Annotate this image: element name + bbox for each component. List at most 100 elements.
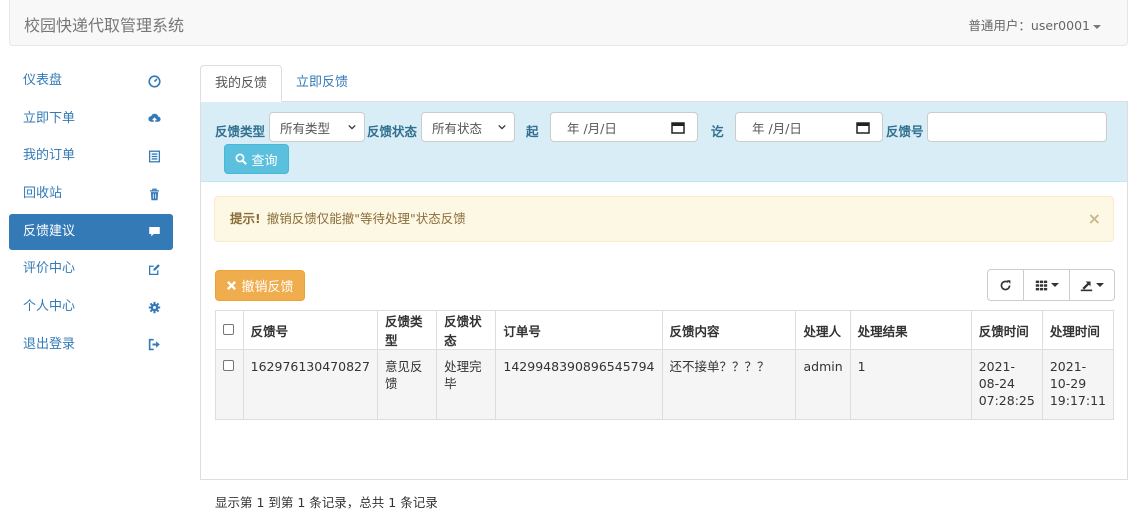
list-alt-icon bbox=[147, 138, 161, 174]
refresh-icon bbox=[1000, 279, 1011, 290]
row-checkbox[interactable] bbox=[223, 360, 234, 371]
table-toolbar bbox=[987, 269, 1115, 301]
user-name: 普通用户：user0001 bbox=[968, 18, 1090, 33]
col-feedback-status[interactable]: 反馈状态 bbox=[436, 310, 497, 350]
feedback-id-label: 反馈号 bbox=[886, 124, 924, 139]
sidebar-item-label: 反馈建议 bbox=[23, 223, 76, 239]
date-to-input[interactable]: 年 /月/日 bbox=[735, 112, 883, 142]
cell-feedback-status: 处理完毕 bbox=[436, 349, 497, 420]
search-icon bbox=[235, 153, 248, 165]
sidebar-item-label: 仪表盘 bbox=[23, 73, 63, 88]
chevron-down-icon bbox=[348, 124, 356, 130]
feedback-status-select[interactable]: 所有状态 bbox=[421, 112, 515, 142]
sidebar-item-place-order[interactable]: 立即下单 bbox=[9, 101, 173, 137]
sidebar: 仪表盘 立即下单 我的订单 回收站 反馈建议 评价中心 个人中心 退出登录 bbox=[9, 63, 173, 365]
sidebar-item-label: 立即下单 bbox=[23, 110, 76, 126]
sidebar-item-logout[interactable]: 退出登录 bbox=[9, 327, 173, 363]
cell-handle-time: 2021- 10-29 19:17:11 bbox=[1041, 349, 1115, 420]
caret-down-icon bbox=[1093, 24, 1101, 29]
tab-bar: 我的反馈 立即反馈 bbox=[200, 60, 1128, 102]
table-row[interactable]: 162976130470827 意见反馈 处理完毕 14299483908965… bbox=[215, 349, 1115, 420]
tab-my-feedback[interactable]: 我的反馈 bbox=[200, 65, 283, 102]
sidebar-item-label: 评价中心 bbox=[23, 261, 76, 277]
sidebar-item-my-orders[interactable]: 我的订单 bbox=[9, 138, 173, 174]
feedback-type-label: 反馈类型 bbox=[215, 124, 266, 139]
refresh-button[interactable] bbox=[987, 269, 1024, 301]
feedback-id-input[interactable] bbox=[927, 112, 1107, 142]
table-header-row: 反馈号 反馈类型 反馈状态 订单号 反馈内容 处理人 处理结果 反馈时间 处理时… bbox=[215, 310, 1115, 350]
caret-down-icon bbox=[1096, 283, 1104, 287]
calendar-icon bbox=[671, 122, 685, 134]
pagination-info: 显示第 1 到第 1 条记录，总共 1 条记录 bbox=[215, 495, 438, 510]
notice-alert: 提示! 撤销反馈仅能撤"等待处理"状态反馈 × bbox=[214, 196, 1114, 242]
cancel-feedback-button[interactable]: 撤销反馈 bbox=[215, 270, 305, 301]
feedback-type-value: 所有类型 bbox=[280, 120, 331, 136]
alert-title: 提示! bbox=[230, 211, 261, 226]
tab-content: 反馈类型 所有类型 反馈状态 所有状态 起 年 /月/日 讫 年 /月/日 反馈… bbox=[200, 102, 1128, 510]
logout-icon bbox=[147, 327, 161, 363]
cancel-feedback-label: 撤销反馈 bbox=[241, 280, 294, 295]
date-to-value: 年 /月/日 bbox=[752, 120, 802, 136]
export-button[interactable] bbox=[1069, 269, 1115, 301]
remove-icon bbox=[227, 280, 237, 291]
columns-toggle-button[interactable] bbox=[1023, 269, 1070, 301]
date-from-input[interactable]: 年 /月/日 bbox=[550, 112, 698, 142]
col-feedback-id[interactable]: 反馈号 bbox=[242, 310, 378, 350]
main-panel: 我的反馈 立即反馈 反馈类型 所有类型 反馈状态 所有状态 起 年 /月/日 讫… bbox=[200, 60, 1128, 510]
comment-icon bbox=[147, 214, 161, 250]
feedback-status-label: 反馈状态 bbox=[367, 124, 418, 139]
feedback-type-select[interactable]: 所有类型 bbox=[269, 112, 365, 142]
cell-result: 1 bbox=[849, 349, 972, 420]
columns-icon bbox=[1035, 280, 1047, 290]
cell-feedback-time: 2021- 08-24 07:28:25 bbox=[970, 349, 1043, 420]
feedback-time-date: 08-24 bbox=[978, 376, 1016, 391]
app-title[interactable]: 校园快递代取管理系统 bbox=[24, 12, 184, 36]
feedback-time-year: 2021- bbox=[978, 359, 1016, 374]
cell-handler: admin bbox=[795, 349, 851, 420]
close-icon[interactable]: × bbox=[1088, 197, 1101, 241]
cell-feedback-content: 还不接单？？？？ bbox=[661, 349, 797, 420]
col-feedback-type[interactable]: 反馈类型 bbox=[376, 310, 438, 350]
chevron-down-icon bbox=[498, 124, 506, 130]
handle-time-year: 2021- bbox=[1049, 359, 1087, 374]
tab-submit-feedback[interactable]: 立即反馈 bbox=[282, 65, 362, 102]
sidebar-item-label: 个人中心 bbox=[23, 299, 76, 315]
sidebar-item-label: 我的订单 bbox=[23, 148, 76, 164]
query-button-label: 查询 bbox=[251, 153, 278, 169]
trash-icon bbox=[147, 176, 161, 212]
row-select-cell bbox=[215, 349, 244, 420]
sidebar-item-recycle-bin[interactable]: 回收站 bbox=[9, 176, 173, 212]
sidebar-item-reviews[interactable]: 评价中心 bbox=[9, 251, 173, 287]
date-from-value: 年 /月/日 bbox=[567, 120, 617, 136]
dashboard-icon bbox=[147, 63, 161, 99]
cog-icon bbox=[147, 289, 161, 325]
sidebar-item-feedback[interactable]: 反馈建议 bbox=[9, 213, 173, 250]
sidebar-item-dashboard[interactable]: 仪表盘 bbox=[9, 63, 173, 99]
cell-order-no: 1429948390896545794 bbox=[495, 349, 663, 420]
alert-message: 撤销反馈仅能撤"等待处理"状态反馈 bbox=[266, 211, 466, 226]
feedback-status-value: 所有状态 bbox=[432, 120, 483, 136]
sidebar-item-label: 回收站 bbox=[23, 186, 63, 202]
cell-feedback-id: 162976130470827 bbox=[242, 349, 378, 420]
query-button[interactable]: 查询 bbox=[224, 144, 289, 174]
col-result[interactable]: 处理结果 bbox=[849, 310, 972, 350]
export-icon bbox=[1080, 280, 1093, 291]
filter-bar: 反馈类型 所有类型 反馈状态 所有状态 起 年 /月/日 讫 年 /月/日 反馈… bbox=[201, 102, 1127, 182]
feedback-time-clock: 07:28:25 bbox=[978, 393, 1035, 408]
col-handle-time[interactable]: 处理时间 bbox=[1041, 310, 1115, 350]
date-from-label: 起 bbox=[526, 124, 539, 139]
select-all-checkbox[interactable] bbox=[223, 323, 234, 335]
cloud-upload-icon bbox=[147, 101, 161, 137]
date-to-label: 讫 bbox=[711, 124, 724, 139]
select-all-cell bbox=[215, 310, 244, 350]
col-feedback-time[interactable]: 反馈时间 bbox=[970, 310, 1043, 350]
cell-feedback-type: 意见反馈 bbox=[376, 349, 438, 420]
user-menu[interactable]: 普通用户：user0001 bbox=[968, 15, 1101, 34]
col-feedback-content[interactable]: 反馈内容 bbox=[661, 310, 797, 350]
sidebar-item-profile[interactable]: 个人中心 bbox=[9, 289, 173, 325]
feedback-table: 反馈号 反馈类型 反馈状态 订单号 反馈内容 处理人 处理结果 反馈时间 处理时… bbox=[215, 310, 1115, 420]
col-handler[interactable]: 处理人 bbox=[795, 310, 851, 350]
col-order-no[interactable]: 订单号 bbox=[495, 310, 663, 350]
handle-time-date: 10-29 bbox=[1049, 376, 1087, 391]
caret-down-icon bbox=[1050, 283, 1059, 287]
